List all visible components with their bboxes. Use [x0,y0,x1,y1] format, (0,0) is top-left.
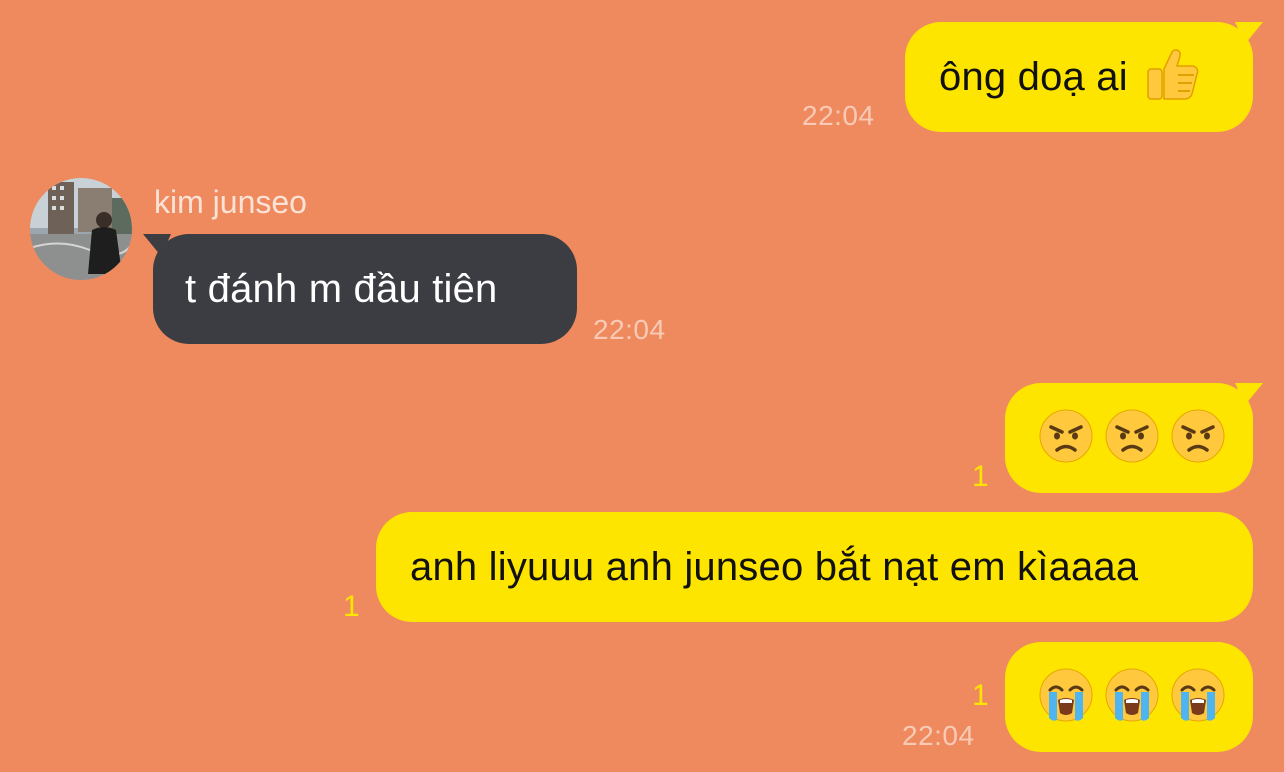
avatar-photo-icon [30,178,132,280]
avatar[interactable] [30,178,132,280]
message-bubble-sent[interactable] [1005,383,1263,493]
message-text: ông doạ ai [939,54,1128,99]
message-bubble-received[interactable]: t đánh m đầu tiên [143,234,577,344]
message-bubble-sent[interactable]: ông doạ ai [905,22,1263,132]
timestamp: 22:04 [802,100,875,131]
bubble-tail [1235,22,1263,44]
loudly-crying-face-icon [1105,668,1159,727]
unread-count: 1 [343,590,360,623]
loudly-crying-face-icon [1171,668,1225,727]
angry-face-icon [1171,409,1225,468]
loudly-crying-face-icon [1039,668,1093,727]
unread-count: 1 [972,679,989,712]
angry-face-icon [1105,409,1159,468]
message-bubble-sent[interactable] [1005,642,1253,752]
message-text: anh liyuuu anh junseo bắt nạt em kìaaaa [410,544,1139,589]
timestamp: 22:04 [593,314,666,345]
message-bubble-sent[interactable]: anh liyuuu anh junseo bắt nạt em kìaaaa [376,512,1253,622]
thumbs-up-icon [1142,46,1200,109]
bubble-tail [1235,383,1263,405]
timestamp: 22:04 [902,720,975,751]
message-text: t đánh m đầu tiên [185,266,498,311]
sender-name: kim junseo [154,184,307,220]
unread-count: 1 [972,460,989,493]
bubble-tail [143,234,171,256]
angry-face-icon [1039,409,1093,468]
